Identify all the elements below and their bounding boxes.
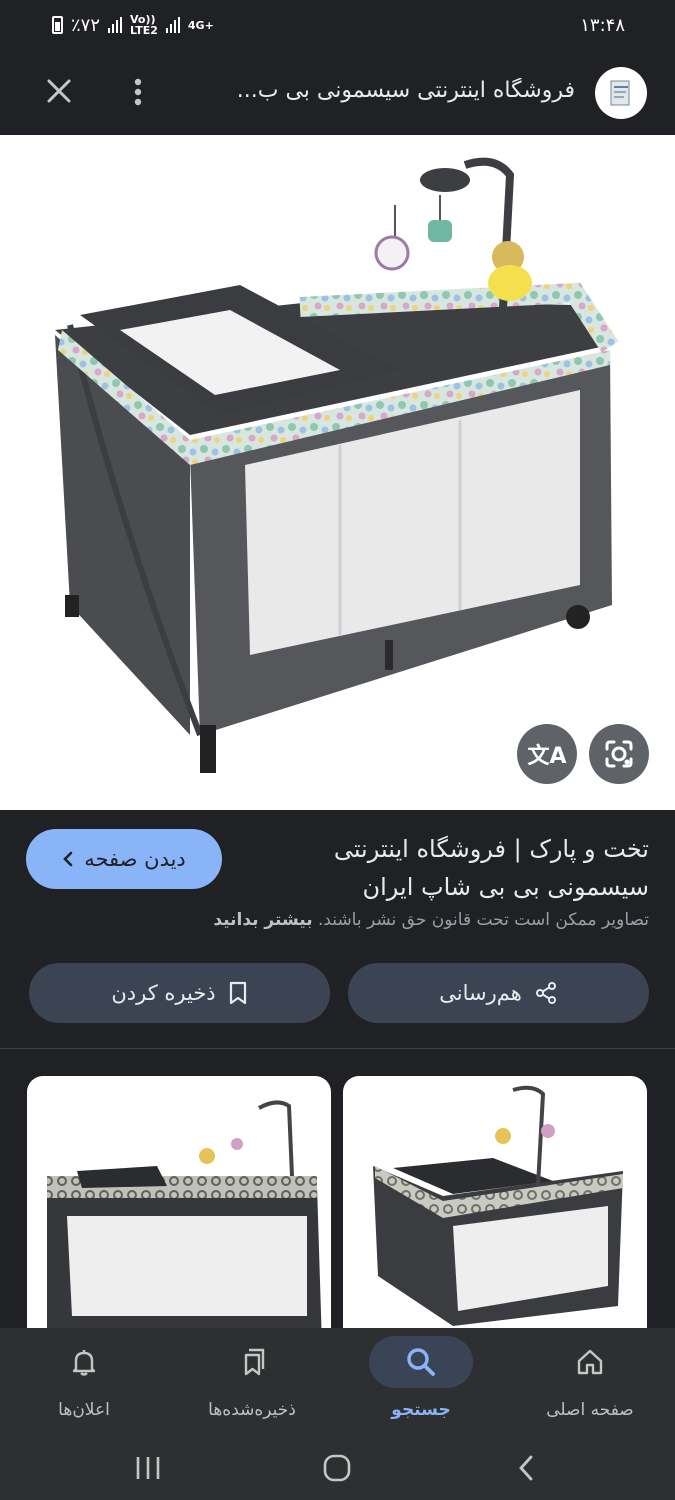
home-button[interactable]: [307, 1446, 367, 1490]
search-icon: [407, 1348, 435, 1376]
save-label: ذخیره کردن: [111, 981, 216, 1005]
visit-page-button[interactable]: دیدن صفحه: [26, 829, 222, 889]
signal-icon-2: [165, 17, 180, 33]
result-title[interactable]: تخت و پارک | فروشگاه اینترنتی سیسمونی بی…: [289, 830, 649, 906]
nav-search-label: جستجو: [391, 1400, 451, 1420]
nav-saved[interactable]: ذخیره‌شده‌ها: [168, 1328, 336, 1438]
bookmarks-icon: [244, 1348, 265, 1376]
clock: ۱۳:۴۸: [580, 14, 625, 36]
nav-search[interactable]: جستجو: [337, 1328, 505, 1438]
nav-home-label: صفحه اصلی: [546, 1400, 634, 1420]
source-title[interactable]: فروشگاه اینترنتی سیسمونی بی ب...: [175, 78, 575, 103]
recents-icon: [136, 1457, 160, 1479]
visit-label: دیدن صفحه: [84, 847, 186, 871]
nav-notifications-label: اعلان‌ها: [58, 1400, 110, 1420]
more-options-button[interactable]: [120, 72, 156, 112]
share-button[interactable]: هم‌رسانی: [348, 963, 649, 1023]
playpen-thumbnail: [47, 1100, 322, 1330]
system-navigation: [0, 1438, 675, 1500]
bell-icon: [72, 1350, 96, 1376]
copyright-notice: تصاویر ممکن است تحت قانون حق نشر باشند. …: [9, 910, 649, 930]
save-button[interactable]: ذخیره کردن: [29, 963, 330, 1023]
bookmark-icon: [229, 981, 246, 1005]
network-type: Vo)) LTE2: [130, 13, 158, 37]
back-chevron-icon: [519, 1455, 533, 1481]
search-icon-wrap: [369, 1336, 473, 1388]
related-image-card[interactable]: [343, 1076, 647, 1330]
nav-notifications[interactable]: اعلان‌ها: [0, 1328, 168, 1438]
status-bar: ٪۷۲ Vo)) LTE2 4G+ ۱۳:۴۸: [0, 0, 675, 50]
battery-icon: [52, 16, 63, 34]
translate-button[interactable]: 文A: [517, 724, 577, 784]
home-icon-wrap: [538, 1336, 642, 1388]
divider: [0, 1048, 675, 1049]
viewer-header: فروشگاه اینترنتی سیسمونی بی ب...: [0, 50, 675, 135]
copyright-text: تصاویر ممکن است تحت قانون حق نشر باشند.: [317, 910, 649, 930]
lens-button[interactable]: [589, 724, 649, 784]
nav-saved-label: ذخیره‌شده‌ها: [208, 1400, 296, 1420]
home-circle-icon: [323, 1454, 351, 1482]
bookmarks-icon-wrap: [200, 1336, 304, 1388]
more-vertical-icon: [134, 78, 142, 106]
signal-icon: [108, 17, 123, 33]
share-icon: [535, 982, 556, 1004]
recent-apps-button[interactable]: [118, 1446, 178, 1490]
learn-more-link[interactable]: بیشتر بدانید: [213, 910, 312, 930]
related-image-card[interactable]: [27, 1076, 331, 1330]
home-icon: [577, 1349, 603, 1375]
playpen-illustration: [55, 157, 619, 773]
translate-icon: 文A: [527, 744, 567, 769]
related-images: [0, 1076, 675, 1330]
status-indicators: ٪۷۲ Vo)) LTE2 4G+: [52, 14, 214, 36]
battery-level: ٪۷۲: [71, 14, 101, 36]
close-button[interactable]: [40, 72, 78, 110]
back-button[interactable]: [496, 1446, 556, 1490]
share-label: هم‌رسانی: [439, 981, 522, 1005]
network-type-2: 4G+: [187, 18, 214, 32]
google-lens-icon: [605, 740, 633, 768]
close-icon: [47, 79, 71, 103]
bell-icon-wrap: [32, 1336, 136, 1388]
nav-home[interactable]: صفحه اصلی: [506, 1328, 674, 1438]
document-icon: [610, 80, 630, 106]
bottom-navigation: صفحه اصلی جستجو ذخیره‌شده‌ها اعلان‌ها: [0, 1328, 675, 1438]
chevron-left-icon: [63, 851, 73, 867]
product-image[interactable]: 文A: [0, 135, 675, 810]
site-favicon: [595, 67, 647, 119]
playpen-thumbnail: [373, 1085, 623, 1326]
